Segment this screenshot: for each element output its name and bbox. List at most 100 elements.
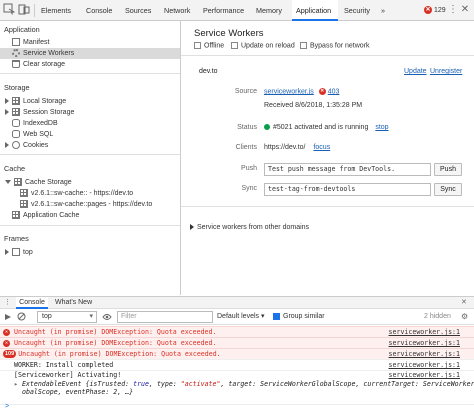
dropdown-arrow-icon: ▾ bbox=[89, 313, 93, 320]
sidebar-header-frames: Frames bbox=[4, 234, 29, 243]
tab-network[interactable]: Network bbox=[164, 0, 198, 21]
divider bbox=[181, 206, 474, 207]
source-label: Source bbox=[234, 88, 257, 95]
push-message-input[interactable]: Test push message from DevTools. bbox=[264, 163, 431, 176]
expand-arrow-icon[interactable] bbox=[5, 109, 9, 116]
tab-application[interactable]: Application bbox=[292, 0, 338, 21]
drawer-menu-icon[interactable]: ⋮ bbox=[4, 299, 12, 307]
source-link[interactable]: serviceworker.js:1 bbox=[389, 327, 460, 337]
checkbox[interactable] bbox=[194, 42, 201, 49]
sidebar-item-frame-top[interactable]: top bbox=[0, 247, 180, 258]
trash-icon bbox=[12, 60, 20, 69]
storage-grid-icon bbox=[20, 189, 28, 198]
sidebar-item-manifest[interactable]: Manifest bbox=[0, 37, 180, 48]
sidebar-item-cache-storage[interactable]: Cache Storage bbox=[0, 177, 180, 188]
tab-sources[interactable]: Sources bbox=[125, 0, 159, 21]
more-tabs-button[interactable]: » bbox=[381, 0, 391, 21]
device-toolbar-icon[interactable] bbox=[17, 3, 31, 17]
database-icon bbox=[12, 119, 20, 128]
sidebar-item-cookies[interactable]: Cookies bbox=[0, 140, 180, 151]
console-message-log: WORKER: Install completed serviceworker.… bbox=[0, 359, 474, 370]
status-value: #5021 activated and is running stop bbox=[264, 124, 389, 131]
tab-console[interactable]: Console bbox=[86, 0, 120, 21]
devtools-toolbar: Elements Console Sources Network Perform… bbox=[0, 0, 474, 21]
console-message-error-grouped: 109 Uncaught (in promise) DOMException: Q… bbox=[0, 348, 474, 359]
gear-icon bbox=[12, 49, 20, 58]
log-levels-dropdown[interactable]: Default levels ▾ bbox=[217, 312, 264, 322]
storage-grid-icon bbox=[20, 200, 28, 209]
context-selector[interactable]: top ▾ bbox=[37, 311, 97, 323]
event-object-preview[interactable]: ▸ ExtendableEvent {isTrusted: true, type… bbox=[14, 380, 474, 389]
console-prompt[interactable]: > bbox=[0, 403, 474, 412]
drawer-tabbar: ⋮ Console What's New ✕ bbox=[0, 296, 474, 309]
expand-object-icon[interactable]: ▸ bbox=[14, 380, 22, 388]
sidebar-item-web-sql[interactable]: Web SQL bbox=[0, 129, 180, 140]
source-value: serviceworker.js ✕ 403 bbox=[264, 88, 339, 95]
console-settings-icon[interactable]: ⚙ bbox=[461, 312, 468, 321]
checkbox[interactable] bbox=[300, 42, 307, 49]
sidebar-item-application-cache[interactable]: Application Cache bbox=[0, 210, 180, 221]
expand-arrow-icon[interactable] bbox=[5, 249, 9, 256]
console-filter-input[interactable]: Filter bbox=[117, 311, 213, 323]
update-on-reload-checkbox[interactable]: Update on reload bbox=[231, 42, 295, 49]
cookie-icon bbox=[12, 141, 20, 150]
clients-value: https://dev.to/ focus bbox=[264, 144, 331, 151]
push-button[interactable]: Push bbox=[434, 163, 462, 176]
divider bbox=[181, 55, 474, 56]
sidebar-item-local-storage[interactable]: Local Storage bbox=[0, 96, 180, 107]
close-drawer-icon[interactable]: ✕ bbox=[461, 298, 467, 306]
collapse-arrow-icon[interactable] bbox=[5, 180, 11, 185]
checkbox[interactable] bbox=[273, 312, 280, 320]
group-similar-checkbox[interactable]: Group similar bbox=[273, 312, 325, 322]
error-counter[interactable]: ✕ 129 bbox=[424, 5, 446, 16]
sidebar-header-application: Application bbox=[4, 25, 40, 34]
unregister-link[interactable]: Unregister bbox=[430, 68, 462, 75]
update-link[interactable]: Update bbox=[404, 68, 427, 75]
offline-checkbox[interactable]: Offline bbox=[194, 42, 224, 49]
console-message-log: [Serviceworker] Activating! serviceworke… bbox=[0, 370, 474, 404]
source-link[interactable]: serviceworker.js:1 bbox=[389, 349, 460, 359]
tab-security[interactable]: Security bbox=[344, 0, 376, 21]
eye-icon[interactable] bbox=[102, 313, 112, 322]
tab-memory[interactable]: Memory bbox=[256, 0, 288, 21]
clear-console-icon[interactable] bbox=[17, 312, 26, 321]
source-link[interactable]: serviceworker.js:1 bbox=[389, 360, 460, 370]
sync-button[interactable]: Sync bbox=[434, 183, 462, 196]
stop-link[interactable]: stop bbox=[375, 124, 388, 131]
console-sidebar-icon[interactable] bbox=[4, 313, 12, 321]
drawer-tab-console[interactable]: Console bbox=[16, 297, 48, 309]
service-workers-panel: Service Workers Offline Update on reload… bbox=[181, 21, 474, 295]
sidebar-divider bbox=[0, 225, 180, 226]
checkbox[interactable] bbox=[231, 42, 238, 49]
other-domains-toggle[interactable]: Service workers from other domains bbox=[190, 224, 309, 231]
focus-link[interactable]: focus bbox=[313, 144, 330, 151]
source-status-link[interactable]: 403 bbox=[328, 88, 340, 95]
tab-elements[interactable]: Elements bbox=[41, 0, 79, 21]
expand-arrow-icon[interactable] bbox=[5, 142, 9, 149]
console-message-error: ✕ Uncaught (in promise) DOMException: Quo… bbox=[0, 337, 474, 348]
storage-grid-icon bbox=[14, 178, 22, 187]
sidebar-item-cache-entry[interactable]: v2.6.1::sw-cache::pages - https://dev.to bbox=[0, 199, 180, 210]
source-file-link[interactable]: serviceworker.js bbox=[264, 88, 314, 95]
received-time: Received 8/6/2018, 1:35:28 PM bbox=[264, 102, 363, 109]
expand-arrow-icon[interactable] bbox=[5, 98, 9, 105]
application-sidebar: Application Manifest Service Workers Cle… bbox=[0, 21, 181, 295]
source-link[interactable]: serviceworker.js:1 bbox=[389, 338, 460, 348]
expand-arrow-icon bbox=[190, 224, 194, 231]
hidden-count: 2 hidden bbox=[424, 313, 451, 320]
sidebar-item-indexeddb[interactable]: IndexedDB bbox=[0, 118, 180, 129]
sync-tag-input[interactable]: test-tag-from-devtools bbox=[264, 183, 431, 196]
database-icon bbox=[12, 130, 20, 139]
close-devtools-icon[interactable]: ✕ bbox=[458, 3, 472, 17]
sidebar-item-clear-storage[interactable]: Clear storage bbox=[0, 59, 180, 70]
status-running-icon bbox=[264, 124, 270, 131]
sidebar-item-service-workers[interactable]: Service Workers bbox=[0, 48, 180, 59]
inspect-element-icon[interactable] bbox=[2, 3, 16, 17]
tab-performance[interactable]: Performance bbox=[203, 0, 251, 21]
drawer-tab-whats-new[interactable]: What's New bbox=[55, 297, 97, 309]
bypass-network-checkbox[interactable]: Bypass for network bbox=[300, 42, 370, 49]
source-link[interactable]: serviceworker.js:1 bbox=[389, 371, 460, 380]
sidebar-item-session-storage[interactable]: Session Storage bbox=[0, 107, 180, 118]
manifest-icon bbox=[12, 38, 20, 47]
sidebar-item-cache-entry[interactable]: v2.6.1::sw-cache:: - https://dev.to bbox=[0, 188, 180, 199]
